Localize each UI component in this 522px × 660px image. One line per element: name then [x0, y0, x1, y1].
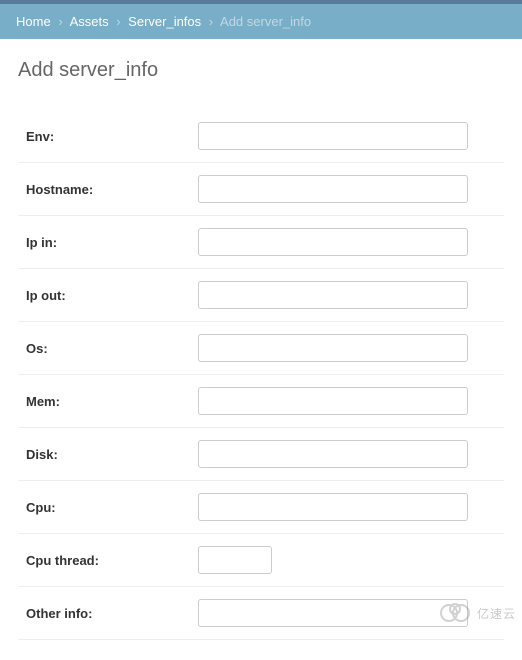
breadcrumb-assets[interactable]: Assets [70, 14, 109, 29]
label-cpu-thread: Cpu thread: [26, 553, 198, 568]
label-other-info: Other info: [26, 606, 198, 621]
breadcrumb-server-infos[interactable]: Server_infos [128, 14, 201, 29]
form-row-cpu-thread: Cpu thread: [18, 534, 504, 587]
input-os[interactable] [198, 334, 468, 362]
breadcrumb-sep: › [116, 14, 120, 29]
form-row-os: Os: [18, 322, 504, 375]
breadcrumb-home[interactable]: Home [16, 14, 51, 29]
input-hostname[interactable] [198, 175, 468, 203]
form-row-disk: Disk: [18, 428, 504, 481]
input-cpu[interactable] [198, 493, 468, 521]
form-row-other-info: Other info: [18, 587, 504, 640]
label-ip-out: Ip out: [26, 288, 198, 303]
input-ip-out[interactable] [198, 281, 468, 309]
label-disk: Disk: [26, 447, 198, 462]
label-mem: Mem: [26, 394, 198, 409]
input-ip-in[interactable] [198, 228, 468, 256]
label-hostname: Hostname: [26, 182, 198, 197]
input-mem[interactable] [198, 387, 468, 415]
input-cpu-thread[interactable] [198, 546, 272, 574]
form-row-ip-in: Ip in: [18, 216, 504, 269]
input-env[interactable] [198, 122, 468, 150]
form-row-hostname: Hostname: [18, 163, 504, 216]
form-row-env: Env: [18, 110, 504, 163]
content-area: Add server_info Env: Hostname: Ip in: Ip… [0, 39, 522, 660]
label-cpu: Cpu: [26, 500, 198, 515]
breadcrumb-sep: › [209, 14, 213, 29]
label-os: Os: [26, 341, 198, 356]
form-row-mem: Mem: [18, 375, 504, 428]
label-env: Env: [26, 129, 198, 144]
breadcrumb: Home › Assets › Server_infos › Add serve… [0, 4, 522, 39]
breadcrumb-sep: › [58, 14, 62, 29]
input-disk[interactable] [198, 440, 468, 468]
breadcrumb-current: Add server_info [220, 14, 311, 29]
input-other-info[interactable] [198, 599, 468, 627]
page-title: Add server_info [18, 59, 504, 82]
label-ip-in: Ip in: [26, 235, 198, 250]
form-row-ip-out: Ip out: [18, 269, 504, 322]
form-row-cpu: Cpu: [18, 481, 504, 534]
